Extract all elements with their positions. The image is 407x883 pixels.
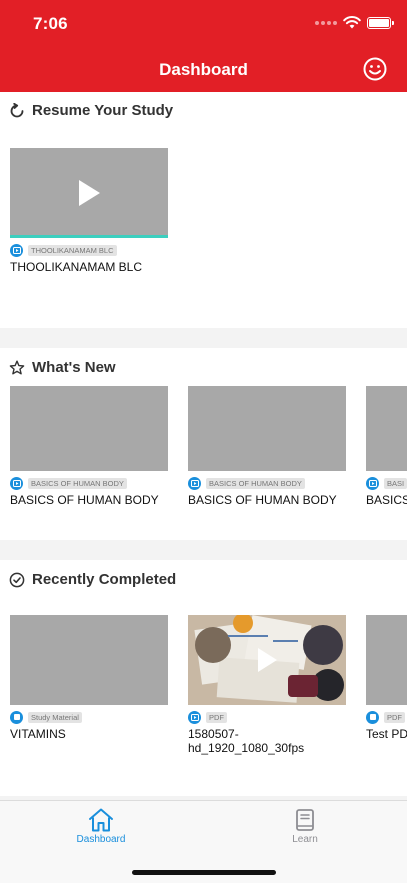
battery-icon [367, 16, 394, 29]
section-divider [0, 540, 407, 560]
category-tag: BASICS OF HUMAN BODY [28, 477, 127, 489]
card-title[interactable]: BASICS [366, 493, 407, 507]
section-divider [0, 328, 407, 348]
progress-bar [10, 235, 168, 238]
status-icons [315, 16, 394, 29]
tab-learn[interactable]: Learn [260, 807, 350, 845]
video-icon [188, 710, 201, 724]
material-thumbnail[interactable] [10, 615, 168, 705]
play-icon[interactable] [255, 646, 279, 674]
category-tag: BASI [384, 477, 407, 489]
category-tag: PDF [384, 711, 405, 723]
video-icon [10, 476, 23, 490]
star-icon [9, 360, 25, 374]
status-time: 7:06 [33, 14, 68, 33]
card-title[interactable]: Test PD [366, 727, 407, 741]
app-header: 7:06 Dashboard [0, 0, 407, 92]
page-title: Dashboard [159, 60, 248, 79]
app-screen: 7:06 Dashboard Resume Your Study THOOLIK… [0, 0, 407, 883]
category-tag: Study Material [28, 711, 82, 723]
card-title-continued[interactable]: hd_1920_1080_30fps [188, 741, 346, 755]
document-icon [366, 710, 379, 724]
tab-dashboard[interactable]: Dashboard [56, 807, 146, 845]
home-icon[interactable] [87, 807, 115, 833]
document-icon [10, 710, 23, 724]
video-thumbnail[interactable] [10, 148, 168, 238]
category-tag: BASICS OF HUMAN BODY [206, 477, 305, 489]
content-card[interactable]: Study Material VITAMINS [10, 615, 168, 741]
content-card[interactable]: PDF Test PD [366, 615, 407, 741]
wifi-icon [343, 16, 361, 29]
content-card[interactable]: BASICS OF HUMAN BODY BASICS OF HUMAN BOD… [10, 386, 168, 507]
content-card[interactable]: BASICS OF HUMAN BODY BASICS OF HUMAN BOD… [188, 386, 346, 507]
category-tag: THOOLIKANAMAM BLC [28, 244, 117, 256]
material-thumbnail[interactable] [366, 615, 407, 705]
section-title: Resume Your Study [32, 102, 174, 119]
video-thumbnail[interactable] [188, 386, 346, 471]
video-icon [10, 243, 23, 257]
book-icon[interactable] [294, 807, 316, 833]
section-title: What's New [32, 359, 116, 376]
smiley-face-icon[interactable] [363, 57, 387, 81]
card-title[interactable]: BASICS OF HUMAN BODY [10, 493, 168, 507]
section-header: Resume Your Study [9, 102, 173, 119]
card-title[interactable]: BASICS OF HUMAN BODY [188, 493, 346, 507]
category-tag: PDF [206, 711, 227, 723]
card-title[interactable]: THOOLIKANAMAM BLC [10, 260, 168, 274]
card-title[interactable]: 1580507- [188, 727, 346, 741]
content-card[interactable]: BASI BASICS [366, 386, 407, 507]
whats-new-section: What's New BASICS OF HUMAN BODY BASICS O… [0, 348, 407, 540]
video-icon [188, 476, 201, 490]
card-title[interactable]: VITAMINS [10, 727, 168, 741]
video-thumbnail[interactable] [366, 386, 407, 471]
tab-label: Dashboard [76, 834, 126, 845]
content-card[interactable]: THOOLIKANAMAM BLC THOOLIKANAMAM BLC [10, 148, 168, 274]
home-indicator[interactable] [132, 870, 276, 875]
section-header: What's New [9, 359, 116, 376]
play-icon[interactable] [76, 178, 102, 208]
video-thumbnail[interactable] [10, 386, 168, 471]
tab-label: Learn [292, 834, 318, 845]
section-header: Recently Completed [9, 571, 176, 588]
signal-icon [315, 20, 337, 25]
video-icon [366, 476, 379, 490]
content-card[interactable]: PDF 1580507- hd_1920_1080_30fps [188, 615, 346, 755]
section-title: Recently Completed [32, 571, 177, 588]
refresh-icon [10, 102, 24, 117]
recently-completed-section: Recently Completed Study Material VITAMI… [0, 560, 407, 796]
resume-study-section: Resume Your Study THOOLIKANAMAM BLC THOO… [0, 92, 407, 328]
check-circle-icon [9, 572, 25, 587]
video-thumbnail[interactable] [188, 615, 346, 705]
